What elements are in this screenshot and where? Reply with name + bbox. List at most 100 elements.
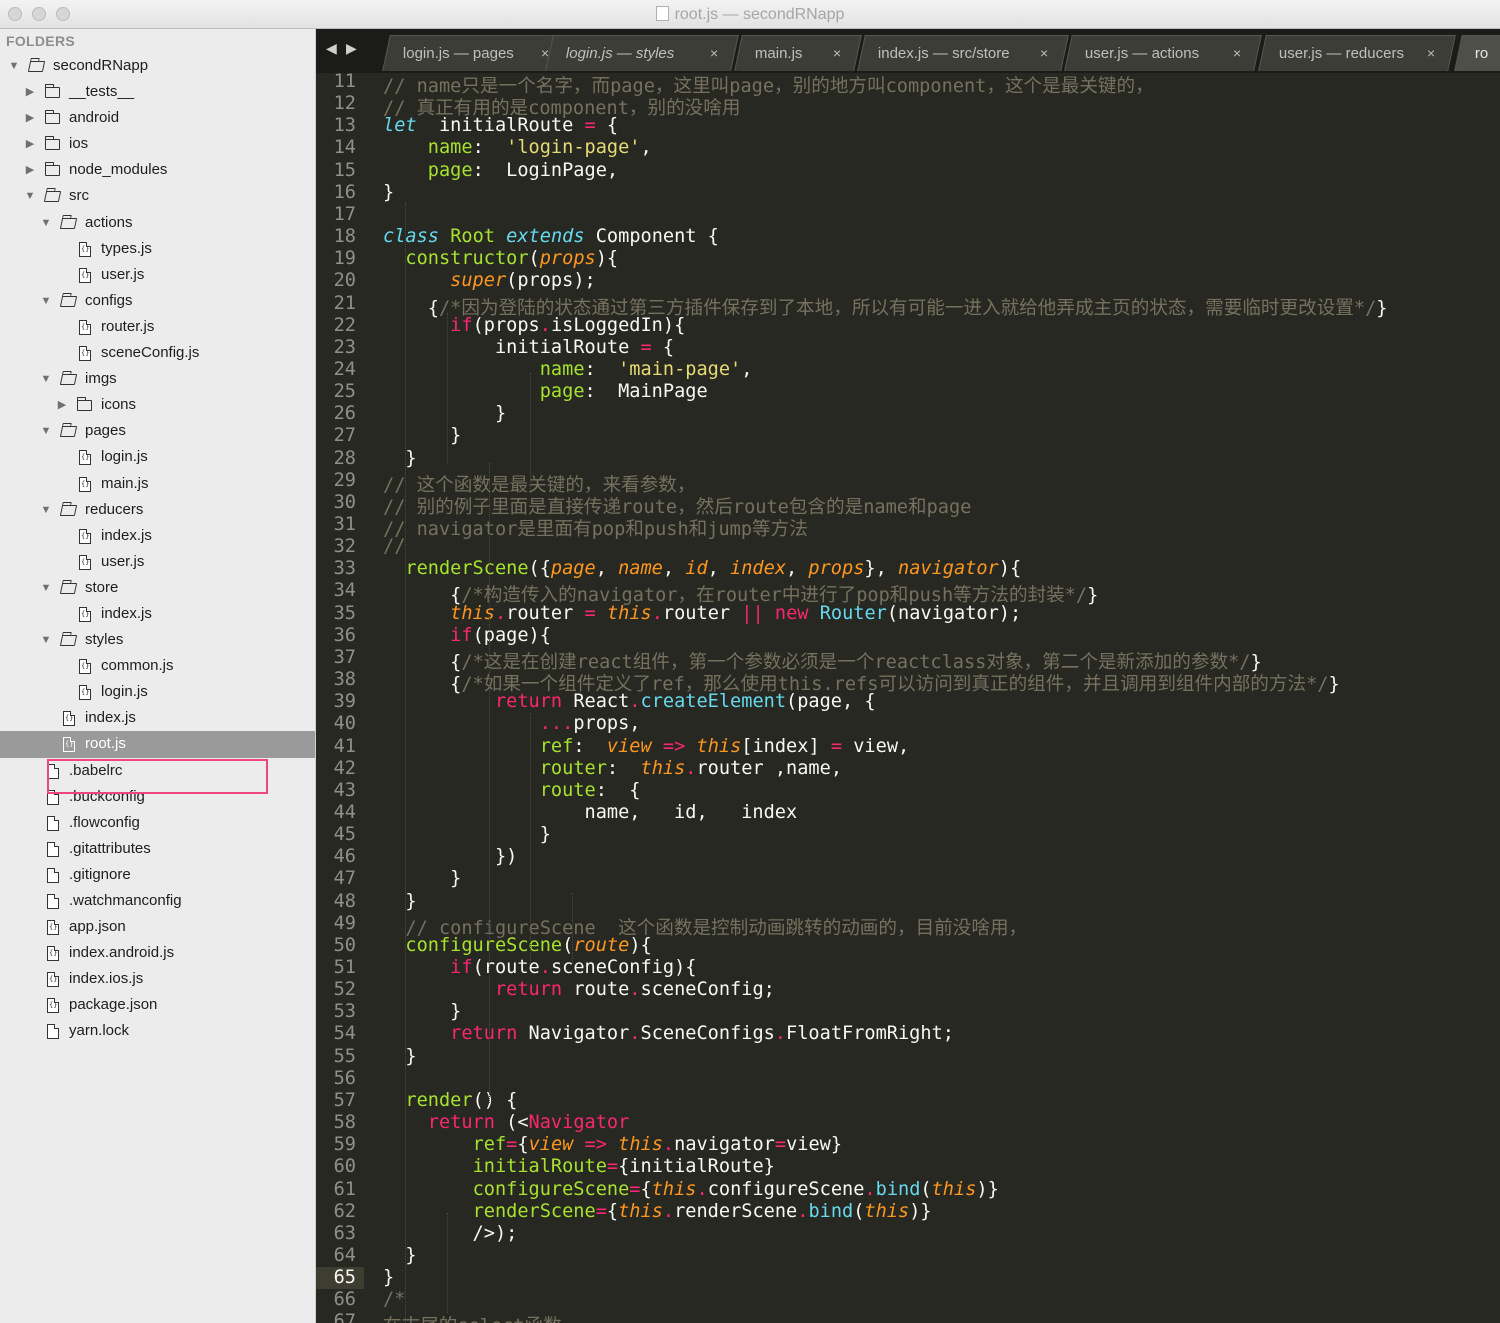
code-line: configureScene={this.configureScene.bind… [383, 1179, 999, 1200]
tree-item[interactable]: types.js [0, 236, 315, 262]
tab[interactable]: index.js — src/store × [857, 35, 1069, 71]
close-tab-icon[interactable]: × [1427, 45, 1435, 61]
tree-item[interactable]: ▼ pages [0, 418, 315, 444]
line-number: 26 [333, 403, 356, 425]
tree-item[interactable]: login.js [0, 679, 315, 705]
file-icon [47, 972, 59, 988]
file-icon [47, 867, 59, 883]
disclosure-open-icon[interactable]: ▼ [40, 288, 52, 314]
tree-item[interactable]: package.json [0, 992, 315, 1018]
tree-item[interactable]: common.js [0, 653, 315, 679]
tree-item[interactable]: user.js [0, 549, 315, 575]
tree-item[interactable]: .gitignore [0, 862, 315, 888]
tab-forward-button[interactable]: ▶ [346, 40, 357, 57]
tree-item[interactable]: ▼ imgs [0, 366, 315, 392]
tree-item[interactable]: root.js [0, 731, 315, 758]
tree-item-label: .gitignore [69, 865, 131, 883]
disclosure-closed-icon[interactable]: ▶ [24, 131, 36, 157]
close-tab-icon[interactable]: × [1233, 45, 1241, 61]
tree-item[interactable]: ▶ node_modules [0, 157, 315, 183]
code-line: } [383, 1245, 416, 1266]
tree-item[interactable]: user.js [0, 262, 315, 288]
code-line: if(route.sceneConfig){ [383, 957, 696, 978]
tree-item[interactable]: index.js [0, 523, 315, 549]
tree-item[interactable]: .babelrc [0, 758, 315, 784]
disclosure-open-icon[interactable]: ▼ [40, 575, 52, 601]
tree-item[interactable]: sceneConfig.js [0, 340, 315, 366]
disclosure-open-icon[interactable]: ▼ [40, 418, 52, 444]
code-editor[interactable]: 11 12 13 14 15 16 17 18 19 20 21 22 23 24 25 26 27 28 29 30… [316, 73, 1500, 1323]
disclosure-closed-icon[interactable]: ▶ [24, 157, 36, 183]
disclosure-open-icon[interactable]: ▼ [8, 53, 20, 79]
tree-item[interactable]: login.js [0, 444, 315, 470]
tree-item-label: package.json [69, 996, 158, 1014]
tree-item[interactable]: .watchmanconfig [0, 888, 315, 914]
tree-item[interactable]: .flowconfig [0, 810, 315, 836]
close-tab-icon[interactable]: × [1040, 45, 1048, 61]
code-token: } [383, 447, 417, 469]
line-number: 32 [333, 536, 356, 558]
tab-label: ro [1474, 45, 1489, 62]
line-number: 39 [333, 691, 356, 713]
disclosure-closed-icon[interactable]: ▶ [24, 105, 36, 131]
tree-item-label: reducers [85, 500, 144, 518]
tree-item[interactable]: ▶ android [0, 105, 315, 131]
tab[interactable]: ro [1454, 35, 1500, 71]
line-number: 31 [333, 514, 356, 535]
tree-item[interactable]: ▼ styles [0, 627, 315, 653]
tree-item[interactable]: app.json [0, 914, 315, 940]
tree-item[interactable]: .gitattributes [0, 836, 315, 862]
tree-item[interactable]: ▶ icons [0, 392, 315, 418]
line-number: 11 [333, 73, 356, 92]
code-token: // [383, 536, 406, 558]
tree-item[interactable]: main.js [0, 471, 315, 497]
code-token: (props [472, 314, 540, 336]
tab[interactable]: login.js — styles × [545, 35, 739, 71]
code-token: this [696, 735, 742, 757]
tree-item[interactable]: index.android.js [0, 940, 315, 966]
tree-item-label: __tests__ [69, 83, 135, 101]
folder-open-icon [27, 61, 46, 72]
code-token: configureScene [405, 934, 563, 956]
close-tab-icon[interactable]: × [710, 45, 718, 61]
tree-item[interactable]: ▼ reducers [0, 497, 315, 523]
tree-item[interactable]: ▶ ios [0, 131, 315, 157]
tree-item[interactable]: ▼ configs [0, 288, 315, 314]
indent-guide [530, 373, 531, 493]
file-icon [47, 789, 59, 805]
tab[interactable]: user.js — reducers × [1258, 35, 1456, 71]
tree-item[interactable]: ▼ src [0, 183, 315, 209]
folder-open-icon [59, 582, 78, 594]
tree-item[interactable]: index.js [0, 705, 315, 731]
disclosure-open-icon[interactable]: ▼ [40, 366, 52, 392]
tree-item[interactable]: index.ios.js [0, 966, 315, 992]
disclosure-open-icon[interactable]: ▼ [24, 183, 36, 209]
tree-item[interactable]: router.js [0, 314, 315, 340]
tree-item[interactable]: ▼ store [0, 575, 315, 601]
code-token: { [606, 1200, 619, 1222]
disclosure-open-icon[interactable]: ▼ [40, 210, 52, 236]
disclosure-open-icon[interactable]: ▼ [40, 497, 52, 523]
code-token: }) [383, 846, 518, 868]
tree-item[interactable]: yarn.lock [0, 1018, 315, 1044]
tree-item[interactable]: ▼ actions [0, 210, 315, 236]
tree-item[interactable]: index.js [0, 601, 315, 627]
tree-item-label: src [69, 187, 89, 205]
close-tab-icon[interactable]: × [833, 45, 841, 61]
tab[interactable]: main.js × [734, 35, 862, 71]
file-icon [79, 659, 91, 675]
code-token: />); [383, 1222, 518, 1244]
disclosure-open-icon[interactable]: ▼ [40, 627, 52, 653]
folder-open-icon [59, 504, 78, 516]
tree-item[interactable]: ▶ __tests__ [0, 79, 315, 105]
disclosure-closed-icon[interactable]: ▶ [56, 392, 68, 418]
tab[interactable]: user.js — actions × [1064, 35, 1262, 71]
tab[interactable]: login.js — pages × [382, 35, 570, 71]
tab-back-button[interactable]: ◀ [326, 40, 337, 57]
line-number: 50 [333, 934, 356, 956]
tree-item[interactable]: .buckconfig [0, 784, 315, 810]
tree-item[interactable]: ▼ secondRNapp [0, 53, 315, 79]
code-token: 'login-page' [506, 137, 641, 159]
disclosure-closed-icon[interactable]: ▶ [24, 79, 36, 105]
